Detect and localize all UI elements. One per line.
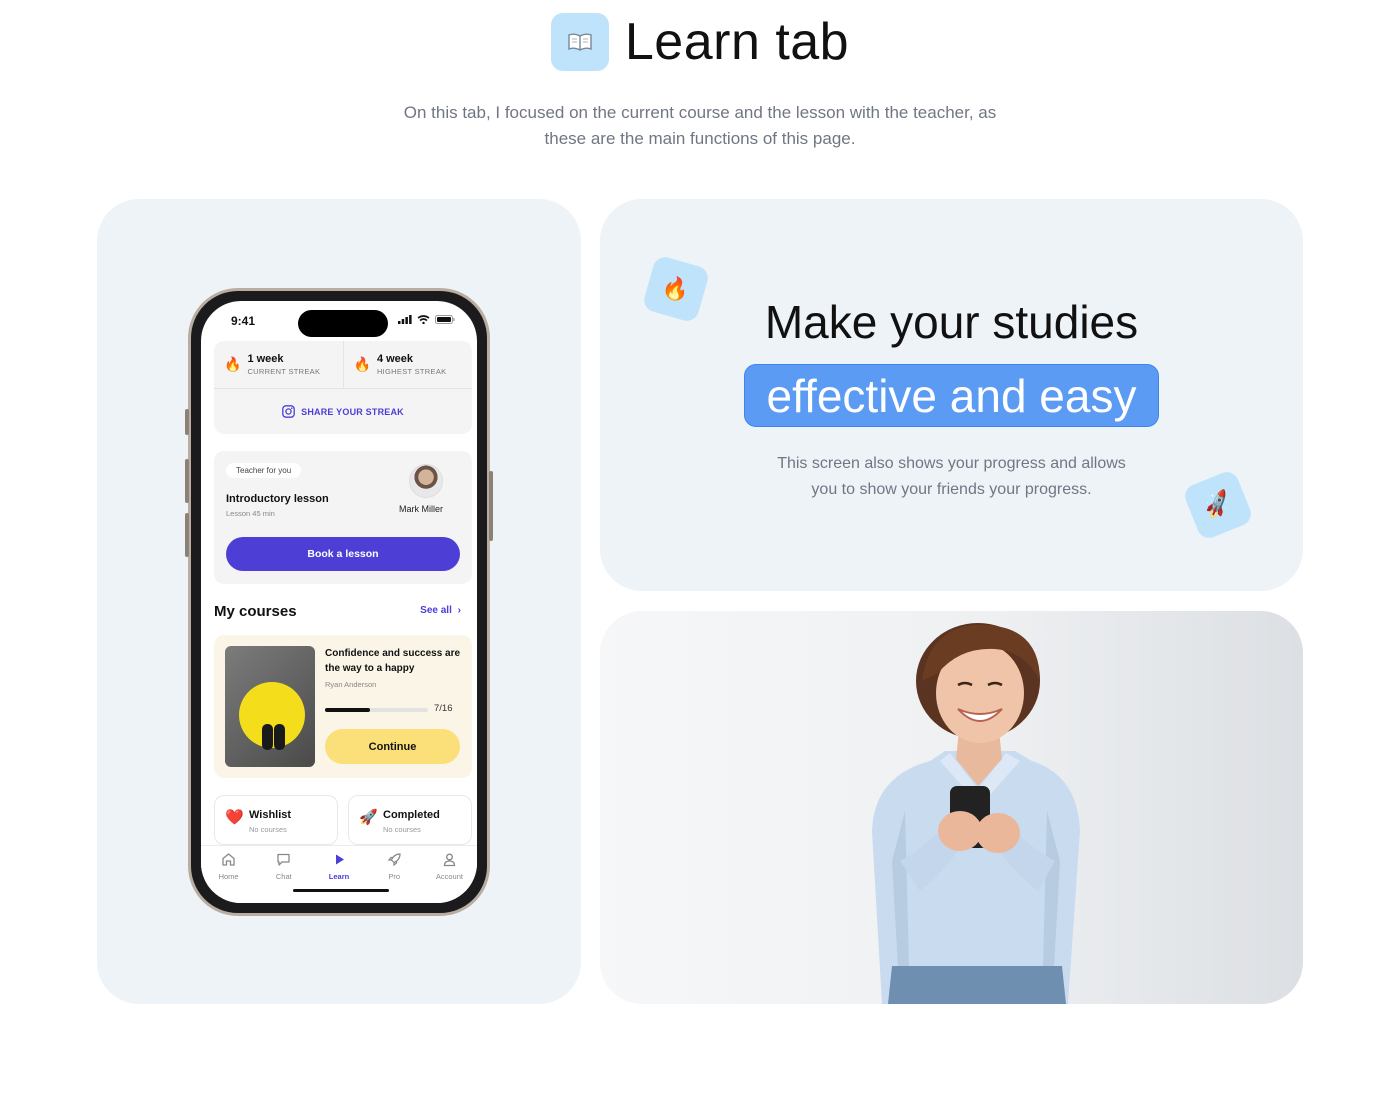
promo-panel: 🔥 🚀 Make your studies effective and easy…: [600, 199, 1303, 591]
book-lesson-button[interactable]: Book a lesson: [226, 537, 460, 571]
teacher-card: Teacher for you Introductory lesson Less…: [214, 451, 472, 584]
phone-screen: 9:41 🔥 1 week CURRENT STREAK 🔥 4 week HI…: [201, 301, 477, 903]
page-header: Learn tab: [0, 12, 1400, 72]
promo-subtext: This screen also shows your progress and…: [750, 451, 1153, 503]
signal-icon: [398, 315, 412, 324]
phone-side-button: [185, 409, 189, 435]
wishlist-sub: No courses: [249, 825, 287, 834]
tab-label: Pro: [388, 872, 401, 881]
see-all-label: See all: [420, 605, 452, 616]
teacher-chip: Teacher for you: [226, 463, 302, 478]
teacher-name: Mark Miller: [399, 504, 443, 514]
highest-streak: 🔥 4 week HIGHEST STREAK: [342, 341, 473, 388]
page-title: Learn tab: [624, 13, 850, 71]
phone-showcase-panel: 9:41 🔥 1 week CURRENT STREAK 🔥 4 week HI…: [97, 199, 581, 1004]
my-courses-title: My courses: [214, 603, 297, 620]
completed-card[interactable]: 🚀 Completed No courses: [348, 795, 472, 845]
open-book-icon: [550, 13, 609, 71]
wishlist-title: Wishlist: [249, 809, 292, 821]
promo-sub-line-1: This screen also shows your progress and…: [777, 455, 1126, 472]
promo-sub-line-2: you to show your friends your progress.: [811, 481, 1092, 498]
play-icon: [335, 854, 344, 865]
tab-account[interactable]: Account: [422, 846, 477, 903]
rocket-icon: 🚀: [1181, 468, 1255, 542]
current-streak-value: 1 week: [247, 353, 284, 365]
completed-title: Completed: [383, 809, 440, 821]
tab-label: Home: [218, 872, 239, 881]
course-title: Confidence and success are the way to a …: [325, 648, 461, 674]
course-card[interactable]: Confidence and success are the way to a …: [214, 635, 472, 778]
subtitle-line-1: On this tab, I focused on the current co…: [403, 103, 997, 122]
tab-learn[interactable]: Learn: [311, 846, 366, 903]
share-streak-label: SHARE YOUR STREAK: [301, 406, 404, 417]
tab-label: Account: [435, 872, 463, 881]
promo-headline: Make your studies: [764, 296, 1139, 348]
tab-home[interactable]: Home: [201, 846, 256, 903]
phone-volume-down: [185, 513, 189, 557]
woman-holding-phone-photo: [872, 623, 1080, 1004]
user-icon: [443, 853, 456, 867]
tab-chat[interactable]: Chat: [256, 846, 311, 903]
tab-label: Chat: [275, 872, 292, 881]
course-progress-count: 7/16: [434, 703, 453, 714]
tab-pro[interactable]: Pro: [367, 846, 422, 903]
phone-power-button: [489, 471, 493, 541]
phone-mockup: 9:41 🔥 1 week CURRENT STREAK 🔥 4 week HI…: [185, 288, 493, 916]
promo-highlight: effective and easy: [744, 364, 1159, 427]
current-streak-label: CURRENT STREAK: [247, 367, 321, 376]
lesson-title: Introductory lesson: [226, 493, 329, 505]
completed-sub: No courses: [383, 825, 421, 834]
home-icon: [222, 853, 235, 866]
page-subtitle: On this tab, I focused on the current co…: [350, 100, 1050, 152]
heart-icon: ❤️: [225, 809, 244, 826]
streak-card: 🔥 1 week CURRENT STREAK 🔥 4 week HIGHEST…: [214, 341, 472, 434]
battery-icon: [435, 315, 455, 324]
wishlist-card[interactable]: ❤️ Wishlist No courses: [214, 795, 338, 845]
course-author: Ryan Anderson: [325, 680, 377, 689]
instagram-icon: [282, 405, 295, 418]
home-indicator: [293, 889, 389, 892]
wifi-icon: [417, 315, 430, 324]
highest-streak-label: HIGHEST STREAK: [376, 367, 447, 376]
teacher-avatar[interactable]: [409, 464, 443, 498]
course-progress-bar: [325, 708, 428, 712]
photo-panel: [600, 611, 1303, 1004]
fire-icon: 🔥: [353, 356, 371, 372]
course-cover-image: [225, 646, 315, 767]
dynamic-island: [298, 310, 388, 337]
phone-volume-up: [185, 459, 189, 503]
bottom-tab-bar: Home Chat Learn Pro Account: [201, 845, 477, 903]
continue-button[interactable]: Continue: [325, 729, 460, 764]
lesson-meta: Lesson 45 min: [226, 509, 275, 518]
chat-icon: [277, 853, 290, 866]
status-icons: [398, 315, 455, 324]
see-all-link[interactable]: See all ›: [420, 605, 461, 616]
tab-label: Learn: [328, 872, 350, 881]
rocket-icon: 🚀: [359, 809, 378, 826]
rocket-outline-icon: [387, 853, 401, 867]
subtitle-line-2: these are the main functions of this pag…: [544, 129, 856, 148]
highest-streak-value: 4 week: [376, 353, 414, 365]
status-time: 9:41: [231, 314, 256, 328]
chevron-right-icon: ›: [457, 605, 461, 616]
share-streak-button[interactable]: SHARE YOUR STREAK: [214, 389, 472, 434]
current-streak: 🔥 1 week CURRENT STREAK: [214, 341, 343, 388]
fire-icon: 🔥: [224, 356, 242, 372]
